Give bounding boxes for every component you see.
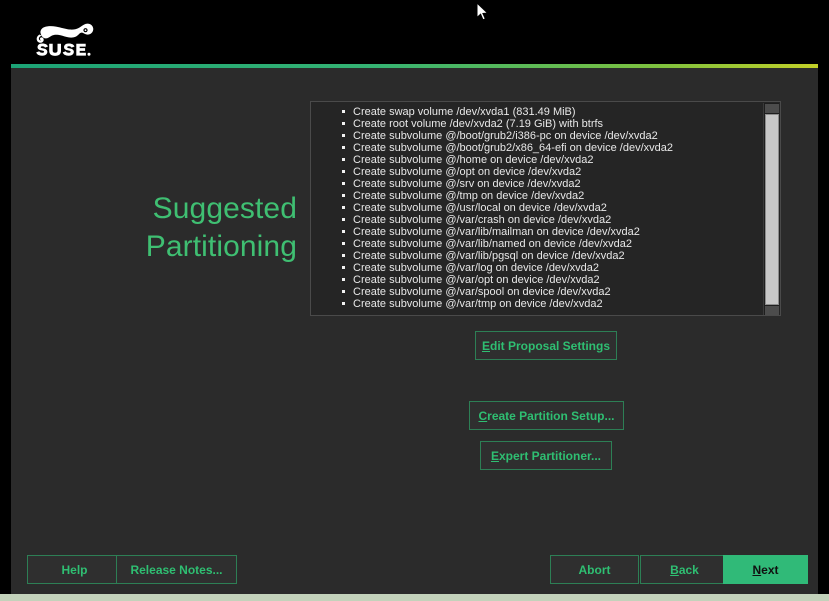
expert-partitioner-button[interactable]: Expert Partitioner... [480, 441, 612, 470]
bottom-band [0, 594, 829, 601]
help-label: Help [61, 562, 88, 577]
installer-window: Suggested Partitioning Create swap volum… [0, 0, 829, 601]
create-partition-setup-button[interactable]: Create Partition Setup... [469, 401, 624, 430]
next-button[interactable]: Next [723, 555, 808, 584]
expert-partitioner-accel: E [490, 448, 499, 463]
list-item[interactable]: Create subvolume @/var/opt on device /de… [341, 274, 763, 286]
list-item[interactable]: Create subvolume @/opt on device /dev/xv… [341, 166, 763, 178]
page-title: Suggested Partitioning [29, 190, 297, 266]
next-label: ext [761, 562, 779, 577]
help-button[interactable]: Help [27, 555, 122, 584]
edit-proposal-settings-button[interactable]: Edit Proposal Settings [475, 331, 617, 360]
back-label: ack [678, 562, 699, 577]
suse-chameleon-logo [36, 23, 94, 56]
main-content-panel: Suggested Partitioning Create swap volum… [11, 68, 818, 594]
abort-button[interactable]: Abort [550, 555, 639, 584]
list-item[interactable]: Create subvolume @/var/lib/pgsql on devi… [341, 250, 763, 262]
scroll-down-arrow-icon[interactable] [765, 306, 779, 315]
next-accel: N [752, 562, 762, 577]
suse-logo [26, 16, 112, 58]
proposal-list-scrollbar[interactable] [763, 103, 779, 315]
proposal-list-items: Create swap volume /dev/xvda1 (831.49 Mi… [311, 102, 763, 315]
list-item[interactable]: Create swap volume /dev/xvda1 (831.49 Mi… [341, 106, 763, 118]
list-item[interactable]: Create subvolume @/var/crash on device /… [341, 214, 763, 226]
create-setup-accel: C [478, 408, 488, 423]
list-item[interactable]: Create subvolume @/srv on device /dev/xv… [341, 178, 763, 190]
scrollbar-thumb[interactable] [765, 114, 779, 305]
edit-proposal-accel: E [481, 338, 490, 353]
header-bar [0, 0, 829, 62]
list-item[interactable]: Create subvolume @/usr/local on device /… [341, 202, 763, 214]
scroll-up-arrow-icon[interactable] [765, 104, 779, 113]
edit-proposal-label: dit Proposal Settings [490, 338, 611, 353]
list-item[interactable]: Create subvolume @/var/tmp on device /de… [341, 298, 763, 310]
list-item[interactable]: Create subvolume @/home on device /dev/x… [341, 154, 763, 166]
list-item[interactable]: Create subvolume @/boot/grub2/x86_64-efi… [341, 142, 763, 154]
list-item[interactable]: Create subvolume @/var/lib/mailman on de… [341, 226, 763, 238]
page-title-line-1: Suggested [152, 192, 297, 225]
release-notes-button[interactable]: Release Notes... [116, 555, 237, 584]
list-item[interactable]: Create subvolume @/var/lib/named on devi… [341, 238, 763, 250]
partitioning-proposal-list[interactable]: Create swap volume /dev/xvda1 (831.49 Mi… [310, 101, 781, 316]
list-item[interactable]: Create subvolume @/boot/grub2/i386-pc on… [341, 130, 763, 142]
list-item[interactable]: Create subvolume @/tmp on device /dev/xv… [341, 190, 763, 202]
release-notes-label: Release Notes... [130, 562, 223, 577]
page-title-line-2: Partitioning [145, 230, 297, 263]
abort-label: Abort [578, 562, 611, 577]
expert-partitioner-label: xpert Partitioner... [498, 448, 602, 463]
back-button[interactable]: Back [640, 555, 729, 584]
create-setup-label: reate Partition Setup... [487, 408, 615, 423]
list-item[interactable]: Create root volume /dev/xvda2 (7.19 GiB)… [341, 118, 763, 130]
list-item[interactable]: Create subvolume @/var/spool on device /… [341, 286, 763, 298]
list-item[interactable]: Create subvolume @/var/log on device /de… [341, 262, 763, 274]
back-accel: B [670, 562, 679, 577]
